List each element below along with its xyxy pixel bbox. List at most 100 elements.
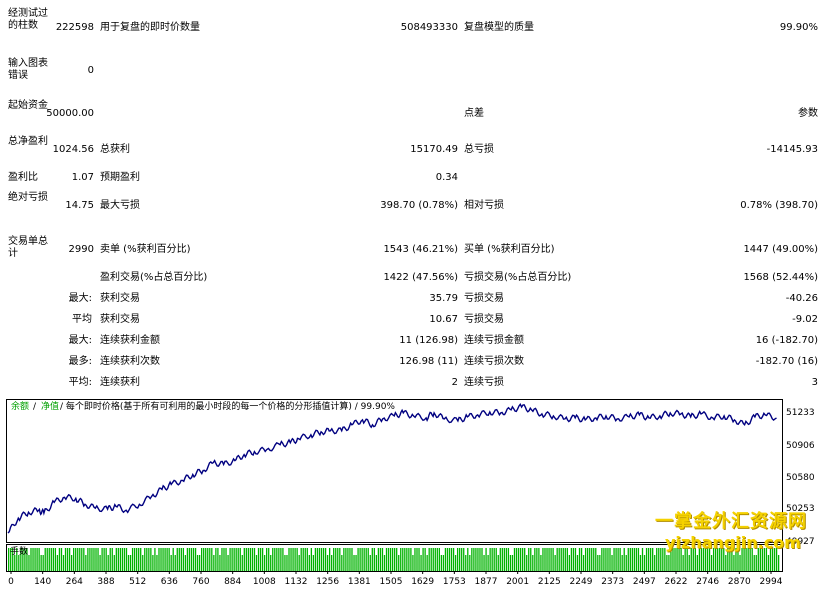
lot-bar xyxy=(371,548,373,571)
relative-drawdown-label: 相对亏损 xyxy=(464,200,504,211)
lot-bar xyxy=(46,548,48,571)
initial-deposit-label: 起始资金 xyxy=(8,100,48,111)
lot-bar xyxy=(174,555,176,571)
lot-bar xyxy=(373,548,375,571)
lot-bar xyxy=(251,548,254,571)
lot-bar xyxy=(328,548,331,571)
lot-bar xyxy=(306,548,308,571)
lot-bar xyxy=(428,548,430,571)
lot-bar xyxy=(538,548,540,571)
lot-bar xyxy=(550,548,552,571)
lot-bar xyxy=(95,548,97,571)
lot-bar xyxy=(530,548,532,571)
average-label: 平均 xyxy=(72,314,92,325)
lot-bar xyxy=(314,548,317,571)
absolute-drawdown-label: 绝对亏损 xyxy=(8,192,48,203)
lot-bar xyxy=(28,555,30,571)
lot-bar xyxy=(570,548,573,571)
lot-bar xyxy=(259,548,262,571)
lot-bar xyxy=(320,548,323,571)
expected-payoff-value: 0.34 xyxy=(435,172,458,183)
mismatched-errors-label: 输入图表错误 xyxy=(8,58,48,81)
lot-bar xyxy=(123,548,126,571)
x-tick-label: 2870 xyxy=(728,577,751,587)
lot-bar xyxy=(489,548,491,571)
lot-bar xyxy=(294,548,296,571)
x-tick-label: 1132 xyxy=(285,577,308,587)
lot-bar xyxy=(448,548,451,571)
lot-bar xyxy=(119,548,122,571)
lot-bar xyxy=(424,548,426,571)
lot-bar xyxy=(426,555,428,571)
lot-bar xyxy=(343,548,345,571)
lot-bar xyxy=(379,548,382,571)
lot-bar xyxy=(296,548,298,571)
lot-bar xyxy=(170,555,172,571)
lot-bar xyxy=(73,548,75,571)
lot-bar xyxy=(164,548,166,571)
x-tick-label: 1629 xyxy=(411,577,434,587)
largest-loss-value: -40.26 xyxy=(785,293,818,304)
lot-bar xyxy=(272,548,274,571)
lot-bar xyxy=(168,548,170,571)
lot-bar xyxy=(753,555,755,571)
lot-bar xyxy=(247,548,250,571)
lot-bar xyxy=(696,555,699,571)
lot-bar xyxy=(142,555,144,571)
lot-bar xyxy=(601,548,603,571)
lot-bar xyxy=(215,548,217,571)
lot-bar xyxy=(450,548,453,571)
lot-bar xyxy=(434,548,436,571)
maximal-drawdown-value: 398.70 (0.78%) xyxy=(380,200,458,211)
lot-bar xyxy=(70,555,73,571)
lot-bar xyxy=(499,548,501,571)
lot-bar xyxy=(568,555,571,571)
lot-bar xyxy=(131,548,134,571)
lot-bar xyxy=(487,555,489,571)
lot-bar xyxy=(176,548,178,571)
lot-bar xyxy=(463,548,465,571)
lot-bar xyxy=(546,548,548,571)
lot-bar xyxy=(410,548,412,571)
lot-bar xyxy=(654,555,656,571)
lot-bar xyxy=(308,555,310,571)
lot-bar xyxy=(652,548,654,571)
maximal-consecutive-profit-label: 连续获利次数 xyxy=(100,356,160,367)
lot-bar xyxy=(154,548,156,571)
lot-bar xyxy=(127,555,130,571)
lot-bar xyxy=(36,548,38,571)
lot-bar xyxy=(310,548,313,571)
lot-bar xyxy=(645,548,648,571)
lot-bar xyxy=(515,548,518,571)
lot-bar xyxy=(30,548,32,571)
lot-bar xyxy=(587,548,589,571)
lot-bar xyxy=(201,548,203,571)
lot-bar xyxy=(156,555,158,571)
lot-bar xyxy=(511,555,514,571)
lot-bar xyxy=(526,555,528,571)
lot-bar xyxy=(444,548,447,571)
lot-bar xyxy=(81,548,83,571)
maximal-consecutive-loss-value: -182.70 (16) xyxy=(755,356,818,367)
lot-bar xyxy=(241,555,243,571)
lot-bar xyxy=(452,548,455,571)
lot-bar xyxy=(60,548,63,571)
lot-bar xyxy=(180,548,182,571)
long-positions-label: 买单 (%获利百分比) xyxy=(464,244,555,255)
lot-bar xyxy=(635,548,638,571)
lot-bar xyxy=(469,555,471,571)
y-tick-label: 50906 xyxy=(786,441,815,451)
lot-bar xyxy=(89,548,91,571)
short-positions-label: 卖单 (%获利百分比) xyxy=(100,244,191,255)
x-tick-label: 388 xyxy=(97,577,114,587)
lot-bar xyxy=(521,548,524,571)
bars-tested-value: 222598 xyxy=(55,22,94,33)
lot-bar xyxy=(542,548,544,571)
lot-bar xyxy=(85,555,87,571)
lot-bar xyxy=(477,548,479,571)
x-tick-label: 2746 xyxy=(696,577,719,587)
lot-bar xyxy=(582,555,585,571)
lot-bar xyxy=(430,548,432,571)
profit-trades-label: 盈利交易(%占总百分比) xyxy=(100,272,208,283)
lot-bar xyxy=(101,548,103,571)
